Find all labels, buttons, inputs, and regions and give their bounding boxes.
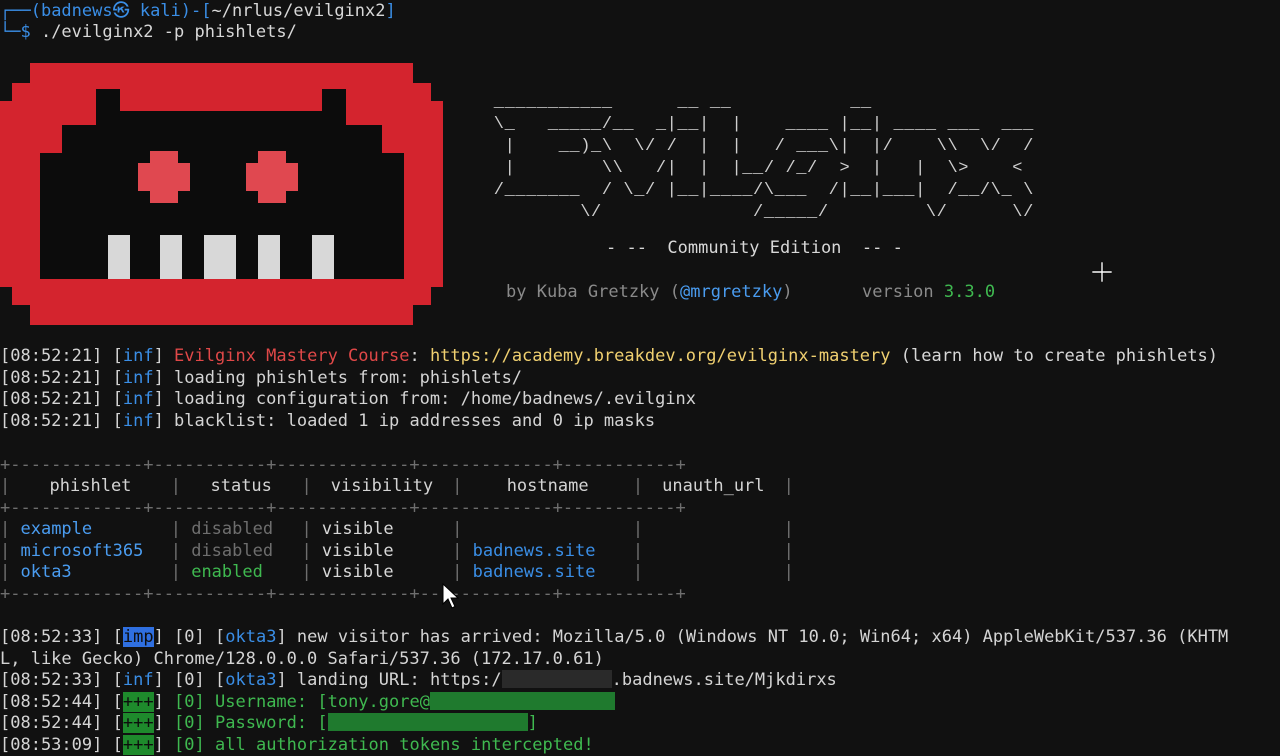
prompt-mid: )-[ [180,1,212,21]
version-label: version [862,282,944,302]
col-visibility: visibility [330,476,434,496]
phishlet-visibility: visible [321,519,394,539]
log-line: [08:52:33] [imp] [0] [okta3] new visitor… [0,627,1229,647]
level-badge-plus: +++ [122,713,154,733]
log-line: L, like Gecko) Chrome/128.0.0.0 Safari/5… [0,649,604,669]
table-row: | okta3 | enabled | visible | badnews.si… [0,562,794,582]
prompt-line: ┌──(badnews㉿ kali)-[~/nrlus/evilginx2] [0,0,396,22]
author-label: by Kuba Gretzky ( [506,282,680,302]
col-unauth-url: unauth_url [662,476,765,496]
log-line: [08:52:21] [inf] loading configuration f… [0,389,697,409]
version-number: 3.3.0 [943,282,996,302]
command-text: ./evilginx2 -p phishlets/ [30,22,297,42]
captured-password: Password: [ [215,713,328,733]
prompt-path: ~/nrlus/evilginx2 [211,1,386,21]
tokens-intercepted-message: all authorization tokens intercepted! [215,735,594,755]
version-line: version 3.3.0 [862,281,995,303]
phishlet-status: enabled [191,562,263,582]
author-handle: @mrgretzky [680,282,783,302]
phishlet-visibility: visible [321,562,394,582]
phishlet-hostname: badnews.site [472,541,596,561]
log-line: [08:52:21] [inf] Evilginx Mastery Course… [0,346,1219,366]
redacted-password [327,713,528,731]
prompt-bracket: ┌──( [0,1,41,21]
mouse-pointer-icon [442,583,459,609]
phishlet-name: microsoft365 [20,541,144,561]
log-line: [08:52:44] [+++] [0] Username: [tony.gor… [0,691,615,713]
log-line: [08:52:21] [inf] loading phishlets from:… [0,368,523,388]
table-border-top: +-------------+-----------+-------------… [0,455,686,475]
edition-label: Community Edition [667,238,842,258]
phishlet-name: example [20,519,93,539]
col-status: status [210,476,272,496]
level-badge-imp: imp [122,627,154,647]
table-border-bottom: +-------------+-----------+-------------… [0,584,686,604]
phishlet-status: disabled [191,519,274,539]
phishlet-status: disabled [191,541,274,561]
author-line: by Kuba Gretzky (@mrgretzky) [506,282,793,302]
log-line: [08:52:33] [inf] [0] [okta3] landing URL… [0,670,837,690]
command-line[interactable]: └─$ ./evilginx2 -p phishlets/ [0,21,297,43]
log-line: [08:52:44] [+++] [0] Password: [] [0,713,538,733]
table-row: | microsoft365 | disabled | visible | ba… [0,541,794,561]
table-border-mid: +-------------+-----------+-------------… [0,498,686,518]
captured-username: Username: [tony.gore@ [215,692,430,712]
evilginx-ascii-banner: ___________ __ __ __ \_ _____/__ _|__| |… [493,93,1034,222]
phishlet-visibility: visible [321,541,394,561]
col-hostname: hostname [506,476,589,496]
evilginx-skull-logo [0,63,443,325]
redacted-username [429,692,615,710]
phishlet-hostname: badnews.site [472,562,596,582]
table-header-row: | phishlet | status | visibility | hostn… [0,476,794,496]
log-line: [08:52:21] [inf] blacklist: loaded 1 ip … [0,411,656,431]
level-badge-plus: +++ [122,735,154,755]
table-row: | example | disabled | visible | | | [0,519,794,539]
redacted-subdomain [501,670,612,688]
prompt-dollar: └─$ [0,22,31,42]
course-link[interactable]: https://academy.breakdev.org/evilginx-ma… [430,346,891,366]
prompt-user-host: badnews㉿ kali [40,1,181,21]
prompt-close: ] [385,1,396,21]
level-badge-plus: +++ [122,692,154,712]
phishlet-name: okta3 [20,562,72,582]
edition-line: - -- Community Edition -- - [606,238,903,258]
crosshair-cursor-icon [1092,262,1112,282]
log-line: [08:53:09] [+++] [0] all authorization t… [0,735,594,755]
col-phishlet: phishlet [49,476,132,496]
